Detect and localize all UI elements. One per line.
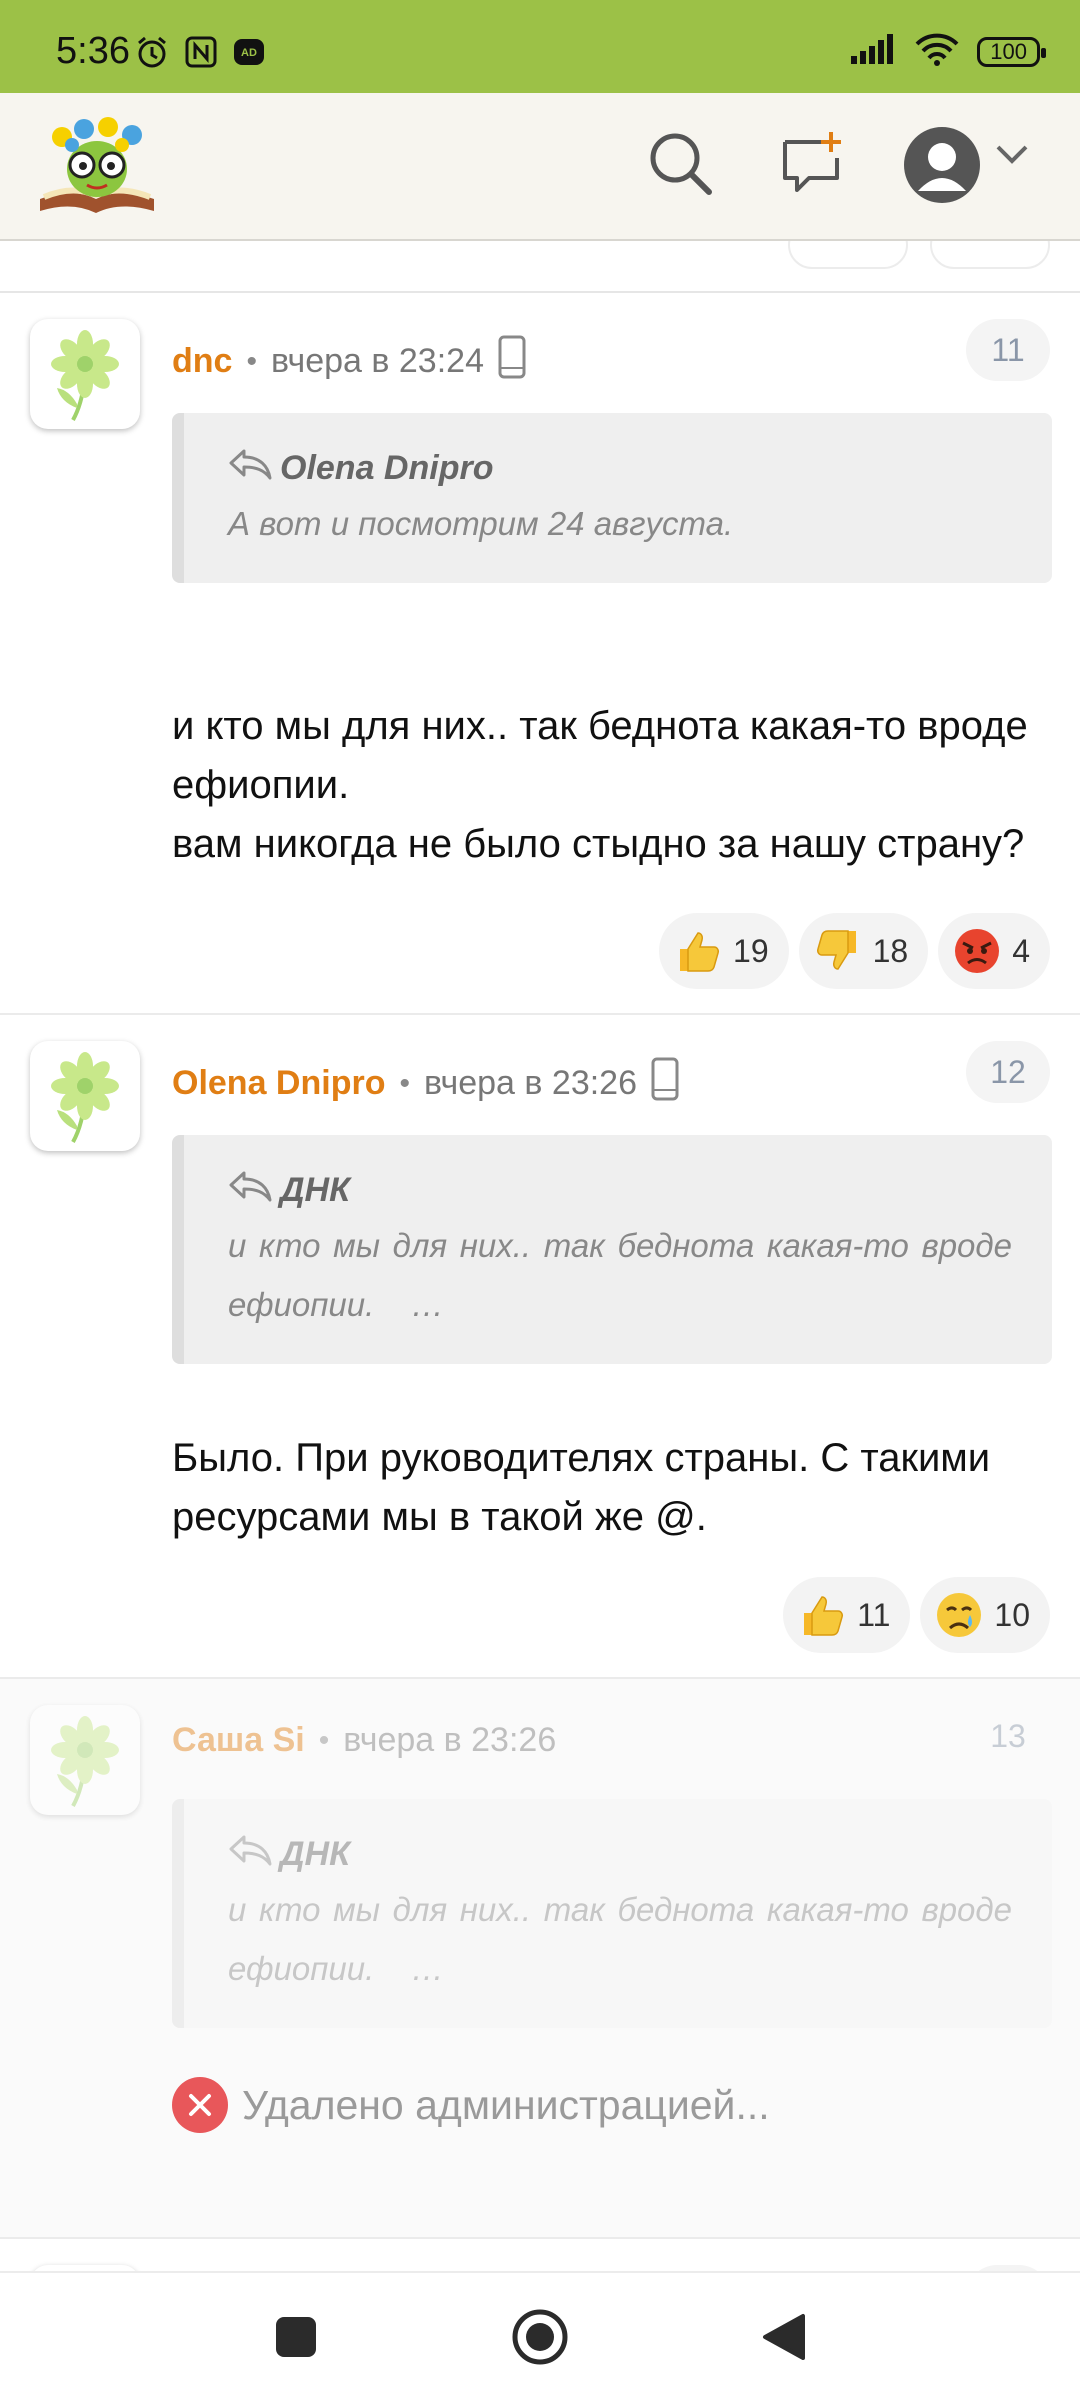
quote-author: ДНК	[228, 1833, 1012, 1876]
comment-time[interactable]: вчера в 23:24	[271, 342, 484, 381]
avatar[interactable]	[30, 1705, 140, 1815]
reactions-bar: 11 10	[783, 1577, 1050, 1653]
signal-icon	[849, 34, 897, 69]
phone-icon	[498, 335, 526, 388]
close-circle-icon	[172, 2077, 228, 2133]
system-nav-bar	[0, 2271, 1080, 2400]
angry-face-icon	[952, 926, 1002, 976]
reaction-like[interactable]: 11	[783, 1577, 911, 1653]
home-circle-icon	[510, 2307, 570, 2372]
reaction-dislike[interactable]: 18	[798, 913, 929, 989]
battery-indicator: 100	[977, 36, 1046, 67]
phone-icon	[651, 1057, 679, 1110]
quote-author: ДНК	[228, 1169, 1012, 1212]
back-button[interactable]	[752, 2307, 816, 2371]
quote-author: Olena Dnipro	[228, 447, 1012, 490]
quote-block[interactable]: Olena Dnipro А вот и посмотрим 24 август…	[172, 413, 1052, 583]
search-button[interactable]	[640, 125, 720, 205]
comment-text: Было. При руководителях страны. С такими…	[172, 1436, 991, 1539]
comment-item: dnc • вчера в 23:24 11 Olena Dnipro А во…	[0, 293, 1080, 1015]
separator-dot: •	[246, 344, 257, 378]
thumbs-up-icon	[673, 926, 723, 976]
comment-item-next	[0, 2239, 1080, 2271]
reply-icon	[228, 1169, 274, 1212]
thumbs-down-icon	[813, 926, 863, 976]
comment-item: Olena Dnipro • вчера в 23:26 12 ДНК и кт…	[0, 1015, 1080, 1679]
reaction-sad[interactable]: 10	[920, 1577, 1050, 1653]
comment-meta: Olena Dnipro • вчера в 23:26	[172, 1057, 679, 1110]
new-comment-icon	[777, 128, 847, 203]
recents-button[interactable]	[264, 2307, 328, 2371]
crying-face-icon	[934, 1590, 984, 1640]
status-icons-left: AD	[134, 34, 266, 75]
comment-author[interactable]: Olena Dnipro	[172, 1064, 385, 1103]
status-time: 5:36	[56, 30, 130, 72]
quote-text: и кто мы для них.. так беднота какая-то …	[228, 1227, 1022, 1323]
comment-author[interactable]: Саша Si	[172, 1721, 305, 1760]
account-icon	[902, 125, 982, 210]
comment-number[interactable]: 13	[966, 1705, 1050, 1767]
quote-block[interactable]: ДНК и кто мы для них.. так беднота какая…	[172, 1135, 1052, 1364]
app-header	[0, 93, 1080, 241]
new-comment-button[interactable]	[772, 125, 852, 205]
comment-meta: dnc • вчера в 23:24	[172, 335, 526, 388]
logo-icon[interactable]	[32, 107, 162, 219]
previous-comment-tail	[0, 241, 1080, 293]
quote-text: и кто мы для них.. так беднота какая-то …	[228, 1891, 1022, 1987]
avatar[interactable]	[30, 1041, 140, 1151]
thumbs-up-icon	[797, 1590, 847, 1640]
flower-icon	[51, 330, 119, 421]
quote-block[interactable]: ДНК и кто мы для них.. так беднота какая…	[172, 1799, 1052, 2028]
square-icon	[274, 2315, 318, 2364]
back-triangle-icon	[761, 2312, 807, 2367]
avatar[interactable]	[30, 319, 140, 429]
comment-number[interactable]: 12	[966, 1041, 1050, 1103]
deleted-notice: Удалено администрацией...	[172, 2077, 770, 2133]
status-icons-right: 100	[849, 32, 1046, 71]
reaction-like[interactable]: 19	[659, 913, 789, 989]
comment-text: и кто мы для них.. так беднота какая-то …	[172, 704, 1028, 866]
flower-icon	[51, 1716, 119, 1807]
comment-feed: dnc • вчера в 23:24 11 Olena Dnipro А во…	[0, 241, 1080, 2271]
comment-meta: Саша Si • вчера в 23:26	[172, 1721, 556, 1760]
separator-dot: •	[318, 1723, 330, 1757]
wifi-icon	[915, 32, 959, 71]
adblock-icon: AD	[232, 35, 266, 74]
reactions-bar: 19 18 4	[659, 913, 1050, 989]
nfc-icon	[184, 35, 218, 74]
reaction-pill[interactable]	[788, 241, 908, 269]
reply-icon	[228, 1833, 274, 1876]
reaction-angry[interactable]: 4	[938, 913, 1050, 989]
home-button[interactable]	[508, 2307, 572, 2371]
deleted-text: Удалено администрацией...	[242, 2081, 770, 2128]
status-bar: 5:36 AD 100	[0, 0, 1080, 93]
alarm-icon	[134, 34, 170, 75]
separator-dot: •	[399, 1066, 410, 1100]
search-icon	[645, 128, 715, 203]
quote-text: А вот и посмотрим 24 августа.	[228, 505, 734, 542]
reply-icon	[228, 447, 274, 490]
chevron-down-icon[interactable]	[994, 143, 1030, 172]
svg-text:AD: AD	[241, 47, 257, 59]
comment-time[interactable]: вчера в 23:26	[424, 1064, 637, 1103]
reaction-pill[interactable]	[930, 241, 1050, 269]
comment-author[interactable]: dnc	[172, 342, 232, 381]
comment-number[interactable]: 11	[966, 319, 1050, 381]
account-button[interactable]	[900, 125, 984, 209]
comment-item-deleted: Саша Si • вчера в 23:26 13 ДНК и кто мы …	[0, 1679, 1080, 2239]
flower-icon	[51, 1052, 119, 1143]
comment-time[interactable]: вчера в 23:26	[343, 1721, 556, 1760]
